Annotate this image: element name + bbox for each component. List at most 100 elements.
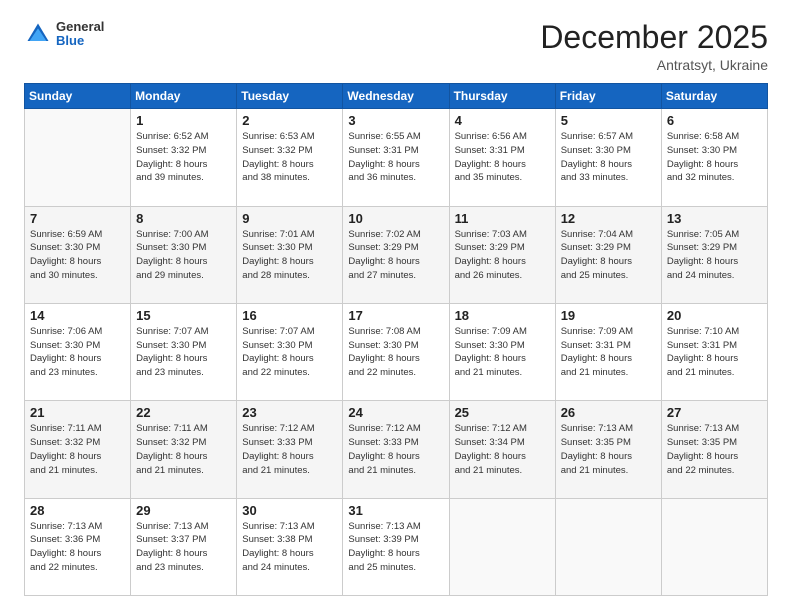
calendar-week-row: 1 Sunrise: 6:52 AM Sunset: 3:32 PM Daylig…: [25, 109, 768, 206]
location: Antratsyt, Ukraine: [540, 57, 768, 73]
col-header-sunday: Sunday: [25, 84, 131, 109]
day-info: Sunrise: 7:06 AM Sunset: 3:30 PM Dayligh…: [30, 325, 125, 380]
day-info: Sunrise: 7:08 AM Sunset: 3:30 PM Dayligh…: [348, 325, 443, 380]
day-number: 23: [242, 405, 337, 420]
day-info: Sunrise: 7:01 AM Sunset: 3:30 PM Dayligh…: [242, 228, 337, 283]
day-info: Sunrise: 7:13 AM Sunset: 3:38 PM Dayligh…: [242, 520, 337, 575]
day-number: 14: [30, 308, 125, 323]
col-header-monday: Monday: [131, 84, 237, 109]
logo-general: General: [56, 20, 104, 34]
day-number: 2: [242, 113, 337, 128]
calendar-cell: 10 Sunrise: 7:02 AM Sunset: 3:29 PM Dayli…: [343, 206, 449, 303]
day-number: 9: [242, 211, 337, 226]
day-info: Sunrise: 7:04 AM Sunset: 3:29 PM Dayligh…: [561, 228, 656, 283]
day-info: Sunrise: 7:00 AM Sunset: 3:30 PM Dayligh…: [136, 228, 231, 283]
day-number: 1: [136, 113, 231, 128]
logo: General Blue: [24, 20, 104, 49]
day-info: Sunrise: 7:12 AM Sunset: 3:33 PM Dayligh…: [242, 422, 337, 477]
calendar-cell: 22Sunrise: 7:11 AM Sunset: 3:32 PM Dayli…: [131, 401, 237, 498]
logo-text: General Blue: [56, 20, 104, 49]
calendar-cell: 25 Sunrise: 7:12 AM Sunset: 3:34 PM Dayli…: [449, 401, 555, 498]
day-number: 12: [561, 211, 656, 226]
calendar-cell: [555, 498, 661, 595]
day-info: Sunrise: 6:59 AM Sunset: 3:30 PM Dayligh…: [30, 228, 125, 283]
calendar-cell: 6Sunrise: 6:58 AM Sunset: 3:30 PM Daylig…: [661, 109, 767, 206]
calendar-cell: 31 Sunrise: 7:13 AM Sunset: 3:39 PM Dayli…: [343, 498, 449, 595]
day-number: 21: [30, 405, 125, 420]
day-number: 15: [136, 308, 231, 323]
day-number: 5: [561, 113, 656, 128]
calendar-cell: 23 Sunrise: 7:12 AM Sunset: 3:33 PM Dayli…: [237, 401, 343, 498]
calendar-cell: [661, 498, 767, 595]
day-number: 3: [348, 113, 443, 128]
day-number: 4: [455, 113, 550, 128]
day-info: Sunrise: 6:53 AM Sunset: 3:32 PM Dayligh…: [242, 130, 337, 185]
calendar-cell: 27Sunrise: 7:13 AM Sunset: 3:35 PM Dayli…: [661, 401, 767, 498]
calendar-cell: 13 Sunrise: 7:05 AM Sunset: 3:29 PM Dayli…: [661, 206, 767, 303]
day-info: Sunrise: 7:09 AM Sunset: 3:31 PM Dayligh…: [561, 325, 656, 380]
calendar-cell: 21Sunrise: 7:11 AM Sunset: 3:32 PM Dayli…: [25, 401, 131, 498]
day-number: 7: [30, 211, 125, 226]
day-info: Sunrise: 7:13 AM Sunset: 3:39 PM Dayligh…: [348, 520, 443, 575]
day-number: 17: [348, 308, 443, 323]
calendar-cell: 14 Sunrise: 7:06 AM Sunset: 3:30 PM Dayli…: [25, 303, 131, 400]
day-info: Sunrise: 7:12 AM Sunset: 3:33 PM Dayligh…: [348, 422, 443, 477]
day-number: 19: [561, 308, 656, 323]
calendar-cell: 17 Sunrise: 7:08 AM Sunset: 3:30 PM Dayli…: [343, 303, 449, 400]
day-info: Sunrise: 7:09 AM Sunset: 3:30 PM Dayligh…: [455, 325, 550, 380]
logo-blue: Blue: [56, 34, 104, 48]
day-number: 16: [242, 308, 337, 323]
day-info: Sunrise: 7:03 AM Sunset: 3:29 PM Dayligh…: [455, 228, 550, 283]
col-header-wednesday: Wednesday: [343, 84, 449, 109]
calendar-week-row: 21 Sunrise: 7:11 AM Sunset: 3:32 PM Dayli…: [25, 401, 768, 498]
day-info: Sunrise: 6:52 AM Sunset: 3:32 PM Dayligh…: [136, 130, 231, 185]
day-number: 8: [136, 211, 231, 226]
day-info: Sunrise: 7:11 AM Sunset: 3:32 PM Dayligh…: [136, 422, 231, 477]
calendar-cell: 28 Sunrise: 7:13 AM Sunset: 3:36 PM Dayli…: [25, 498, 131, 595]
day-number: 11: [455, 211, 550, 226]
calendar-cell: 1 Sunrise: 6:52 AM Sunset: 3:32 PM Daylig…: [131, 109, 237, 206]
day-info: Sunrise: 7:05 AM Sunset: 3:29 PM Dayligh…: [667, 228, 762, 283]
calendar-cell: 16Sunrise: 7:07 AM Sunset: 3:30 PM Dayli…: [237, 303, 343, 400]
logo-icon: [24, 20, 52, 48]
calendar-cell: 8 Sunrise: 7:00 AM Sunset: 3:30 PM Daylig…: [131, 206, 237, 303]
day-info: Sunrise: 7:13 AM Sunset: 3:36 PM Dayligh…: [30, 520, 125, 575]
day-number: 20: [667, 308, 762, 323]
day-number: 28: [30, 503, 125, 518]
day-info: Sunrise: 7:02 AM Sunset: 3:29 PM Dayligh…: [348, 228, 443, 283]
day-number: 10: [348, 211, 443, 226]
calendar-cell: 5 Sunrise: 6:57 AM Sunset: 3:30 PM Daylig…: [555, 109, 661, 206]
calendar-cell: 2 Sunrise: 6:53 AM Sunset: 3:32 PM Daylig…: [237, 109, 343, 206]
day-number: 30: [242, 503, 337, 518]
day-number: 6: [667, 113, 762, 128]
day-info: Sunrise: 6:57 AM Sunset: 3:30 PM Dayligh…: [561, 130, 656, 185]
calendar-cell: 7 Sunrise: 6:59 AM Sunset: 3:30 PM Daylig…: [25, 206, 131, 303]
day-info: Sunrise: 6:55 AM Sunset: 3:31 PM Dayligh…: [348, 130, 443, 185]
calendar-week-row: 28 Sunrise: 7:13 AM Sunset: 3:36 PM Dayli…: [25, 498, 768, 595]
calendar-cell: 11 Sunrise: 7:03 AM Sunset: 3:29 PM Dayli…: [449, 206, 555, 303]
page: General Blue December 2025 Antratsyt, Uk…: [0, 0, 792, 612]
day-number: 24: [348, 405, 443, 420]
calendar-cell: 20 Sunrise: 7:10 AM Sunset: 3:31 PM Dayli…: [661, 303, 767, 400]
calendar-week-row: 7 Sunrise: 6:59 AM Sunset: 3:30 PM Daylig…: [25, 206, 768, 303]
calendar-cell: 19 Sunrise: 7:09 AM Sunset: 3:31 PM Dayli…: [555, 303, 661, 400]
day-info: Sunrise: 6:56 AM Sunset: 3:31 PM Dayligh…: [455, 130, 550, 185]
day-info: Sunrise: 7:10 AM Sunset: 3:31 PM Dayligh…: [667, 325, 762, 380]
col-header-saturday: Saturday: [661, 84, 767, 109]
calendar-cell: [449, 498, 555, 595]
calendar-cell: 26Sunrise: 7:13 AM Sunset: 3:35 PM Dayli…: [555, 401, 661, 498]
day-info: Sunrise: 7:12 AM Sunset: 3:34 PM Dayligh…: [455, 422, 550, 477]
col-header-tuesday: Tuesday: [237, 84, 343, 109]
calendar-cell: 24 Sunrise: 7:12 AM Sunset: 3:33 PM Dayli…: [343, 401, 449, 498]
day-number: 25: [455, 405, 550, 420]
month-title: December 2025: [540, 20, 768, 55]
calendar-cell: [25, 109, 131, 206]
calendar-cell: 9 Sunrise: 7:01 AM Sunset: 3:30 PM Daylig…: [237, 206, 343, 303]
calendar-cell: 29Sunrise: 7:13 AM Sunset: 3:37 PM Dayli…: [131, 498, 237, 595]
day-number: 29: [136, 503, 231, 518]
day-info: Sunrise: 7:13 AM Sunset: 3:35 PM Dayligh…: [561, 422, 656, 477]
day-info: Sunrise: 7:07 AM Sunset: 3:30 PM Dayligh…: [136, 325, 231, 380]
calendar-cell: 12 Sunrise: 7:04 AM Sunset: 3:29 PM Dayli…: [555, 206, 661, 303]
day-number: 31: [348, 503, 443, 518]
day-number: 13: [667, 211, 762, 226]
